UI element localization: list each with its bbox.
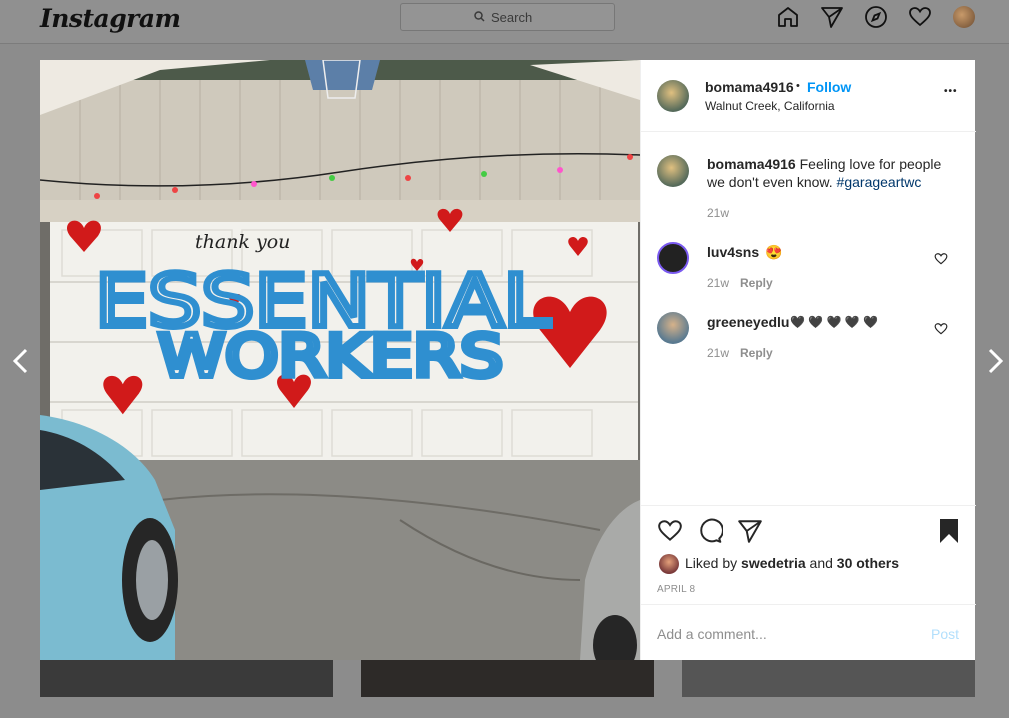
like-comment-heart-icon[interactable] [934,322,948,336]
post-header: bomama4916 • Follow Walnut Creek, Califo… [641,60,976,132]
post-modal: thank you ESSENTIAL WORKERS bomama4916 •… [40,60,976,660]
comment-text: 😍 [765,244,783,260]
commenter-avatar[interactable] [657,312,689,344]
more-options-icon[interactable]: ••• [944,86,958,97]
caption-username[interactable]: bomama4916 [707,156,796,172]
likes-summary: Liked by swedetria and 30 others [685,555,899,571]
share-direct-icon[interactable] [737,518,763,544]
comment-bubble-icon[interactable] [697,518,723,544]
reply-button[interactable]: Reply [740,276,773,290]
post-comment-button[interactable]: Post [931,626,959,642]
comment-username[interactable]: luv4sns [707,244,759,260]
like-heart-icon[interactable] [657,518,683,544]
comment-username[interactable]: greeneyedlu [707,314,789,330]
top-navigation-bar: Instagram Search [0,0,1009,44]
comment-time[interactable]: 21w [707,346,729,360]
liker-avatar[interactable] [659,554,679,574]
comment-item: greeneyedlu 🖤 🖤 🖤 🖤 🖤 21w Reply [657,312,962,362]
comment-text: 🖤 🖤 🖤 🖤 🖤 [790,315,879,329]
chevron-left-icon[interactable] [9,347,33,375]
follow-button[interactable]: Follow [807,79,851,95]
explore-icon[interactable] [864,5,888,29]
profile-avatar[interactable] [953,6,975,28]
post-actions: Liked by swedetria and 30 others APRIL 8 [641,505,976,605]
commenter-avatar[interactable] [657,242,689,274]
home-icon[interactable] [776,5,800,29]
direct-message-icon[interactable] [820,5,844,29]
chevron-right-icon[interactable] [983,347,1007,375]
comment-time[interactable]: 21w [707,276,729,290]
search-icon [474,11,485,22]
search-placeholder: Search [491,10,533,25]
add-comment-bar: Add a comment... Post [641,604,976,660]
comment-input[interactable]: Add a comment... [657,626,767,642]
activity-heart-icon[interactable] [908,5,932,29]
garage-door-photo: thank you ESSENTIAL WORKERS [40,60,640,660]
author-avatar[interactable] [657,80,689,112]
post-details-panel: bomama4916 • Follow Walnut Creek, Califo… [640,60,976,660]
likes-prefix: Liked by [685,555,738,571]
door-text-workers: WORKERS [158,322,503,390]
caption-time[interactable]: 21w [707,206,729,220]
grid-thumbnail[interactable] [40,660,333,697]
instagram-logo[interactable]: Instagram [40,4,181,33]
caption-avatar[interactable] [657,155,689,187]
save-bookmark-icon[interactable] [937,518,961,544]
reply-button[interactable]: Reply [740,346,773,360]
caption-hashtag[interactable]: #garageartwc [837,174,922,190]
search-box[interactable]: Search [400,3,615,31]
comment-item: luv4sns 😍 21w Reply [657,242,962,292]
post-image: thank you ESSENTIAL WORKERS [40,60,640,660]
door-text-thank-you: thank you [195,231,290,253]
grid-thumbnail[interactable] [682,660,975,697]
author-username[interactable]: bomama4916 [705,79,794,95]
likes-conj: and [809,555,833,571]
post-date[interactable]: APRIL 8 [657,584,695,595]
liker-username[interactable]: swedetria [741,555,806,571]
dot-separator: • [796,80,800,92]
grid-thumbnail[interactable] [361,660,654,697]
post-location[interactable]: Walnut Creek, California [705,99,835,113]
likes-others[interactable]: 30 others [837,555,899,571]
like-comment-heart-icon[interactable] [934,252,948,266]
caption: bomama4916 Feeling love for people we do… [657,155,957,225]
